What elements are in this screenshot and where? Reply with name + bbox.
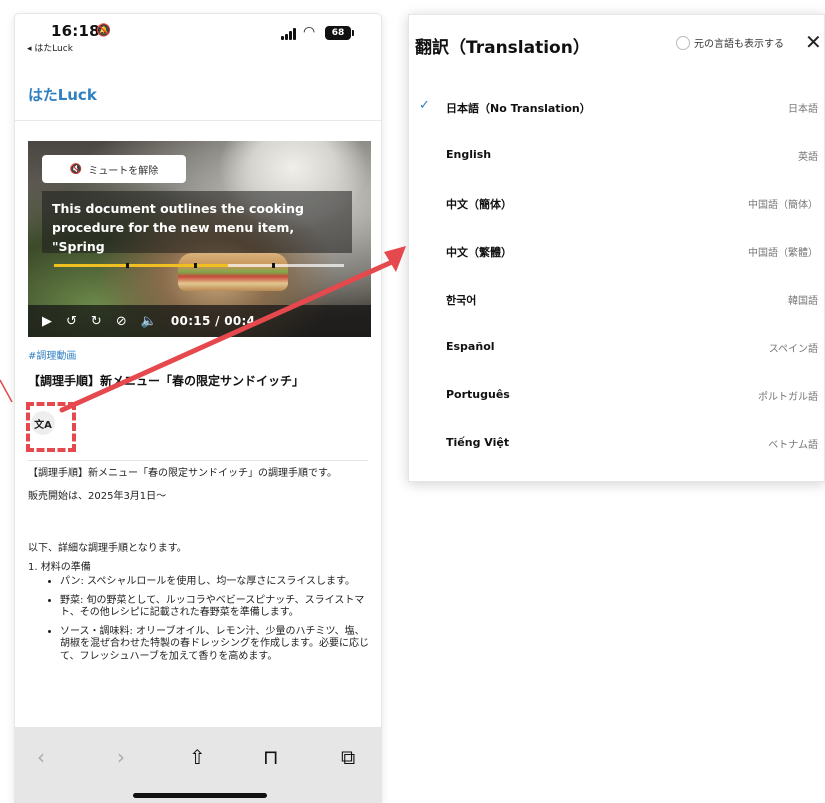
annotation-arrow (0, 246, 406, 413)
arrow-head (384, 246, 406, 272)
arrow-line (0, 379, 13, 403)
arrow-line (59, 259, 395, 413)
